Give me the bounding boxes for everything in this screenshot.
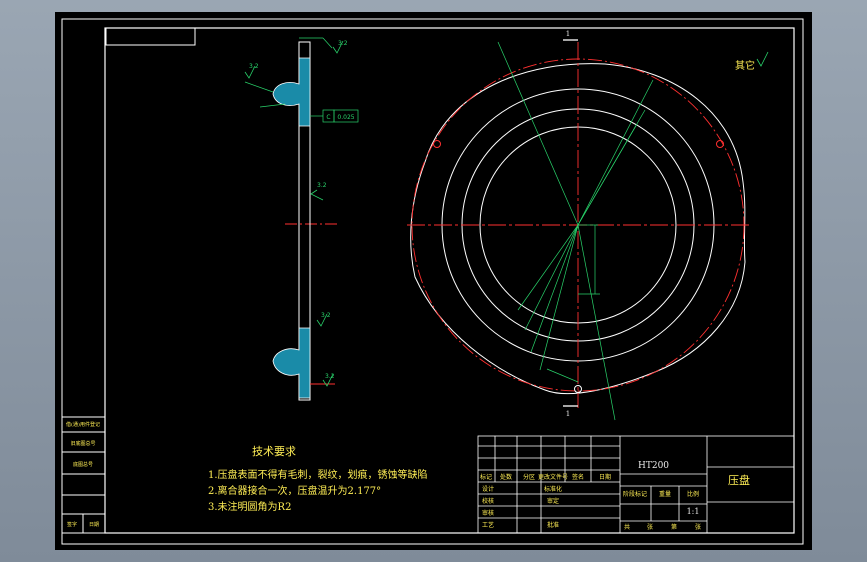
title-row-label-1: 处数 [500, 473, 512, 481]
lower-section-hatch [272, 327, 311, 399]
tech-requirement-1: 1.压盘表面不得有毛刺，裂纹，划痕，锈蚀等缺陷 [208, 468, 428, 481]
title-row-label-5: 日期 [599, 473, 611, 481]
roughness-symbol [310, 189, 324, 201]
datum-letter: C [326, 114, 330, 121]
roughness-value-1: 3.2 [249, 63, 259, 70]
side-table-label-2: 底图总号 [73, 461, 93, 468]
drawing-number-box [105, 27, 196, 46]
radius-leader [244, 81, 274, 93]
stage-header-1: 重量 [659, 490, 671, 498]
footer-2: 第 [671, 523, 677, 531]
section-view: 3.2 3.2 3.2 3.2 3.2 C 0.025 [244, 37, 359, 401]
footer-1: 张 [647, 523, 653, 531]
flatness-callout: C 0.025 [310, 109, 359, 123]
roughness-value-3: 3.2 [321, 312, 331, 319]
title-mid-1: 审定 [547, 497, 559, 505]
roughness-value-4: 3.2 [325, 373, 335, 380]
mounting-hole-left [433, 140, 441, 148]
title-row-label-4: 签名 [572, 473, 584, 481]
inner-border [104, 27, 795, 534]
surface-note: 其它 [735, 59, 755, 72]
leader-line [322, 37, 333, 49]
side-table-label-1: 旧底图总号 [70, 440, 95, 447]
radius-leader-2 [259, 103, 286, 108]
section-label-bottom: 1 [566, 410, 570, 418]
part-name: 压盘 [728, 473, 750, 487]
material-value: HT200 [638, 461, 669, 471]
scale-value: 1:1 [687, 507, 700, 516]
general-roughness-symbol [756, 51, 769, 67]
side-table-label-3: 签字 [67, 521, 77, 528]
footer-3: 张 [695, 523, 701, 531]
upper-section-hatch [272, 57, 311, 127]
stage-header-0: 阶段标记 [623, 490, 647, 498]
side-table [61, 416, 106, 534]
title-row-label-2: 分区 [523, 473, 535, 481]
outer-border [61, 18, 804, 545]
roughness-value-2: 3.2 [317, 182, 327, 189]
roughness-value-0: 3.2 [338, 40, 348, 47]
title-row-label-0: 标记 [480, 473, 492, 481]
title-mid-2: 批准 [547, 521, 559, 529]
front-view: 1 1 其它 [407, 30, 769, 421]
tech-requirement-2: 2.离合器接合一次，压盘温升为2.177° [208, 484, 381, 497]
cad-drawing: 借(通)用件登记 旧底图总号 底图总号 签字 日期 3.2 3.2 3.2 3.… [61, 18, 804, 545]
title-left-0: 设计 [482, 485, 494, 493]
title-mid-0: 标准化 [544, 485, 562, 493]
section-label-top: 1 [566, 30, 570, 38]
stage-header-2: 比例 [687, 490, 699, 498]
title-row-label-3: 更改文件号 [538, 473, 568, 481]
title-left-3: 工艺 [482, 521, 494, 529]
drawing-sheet: 借(通)用件登记 旧底图总号 底图总号 签字 日期 3.2 3.2 3.2 3.… [55, 12, 812, 550]
side-table-label-4: 日期 [89, 522, 99, 528]
title-left-2: 审核 [482, 509, 494, 517]
title-left-1: 校核 [482, 497, 494, 505]
footer-0: 共 [624, 523, 630, 531]
flatness-value: 0.025 [337, 114, 354, 121]
tech-requirement-3: 3.未注明圆角为R2 [208, 500, 291, 513]
tech-requirements-heading: 技术要求 [252, 445, 296, 458]
side-table-label-0: 借(通)用件登记 [66, 421, 100, 428]
